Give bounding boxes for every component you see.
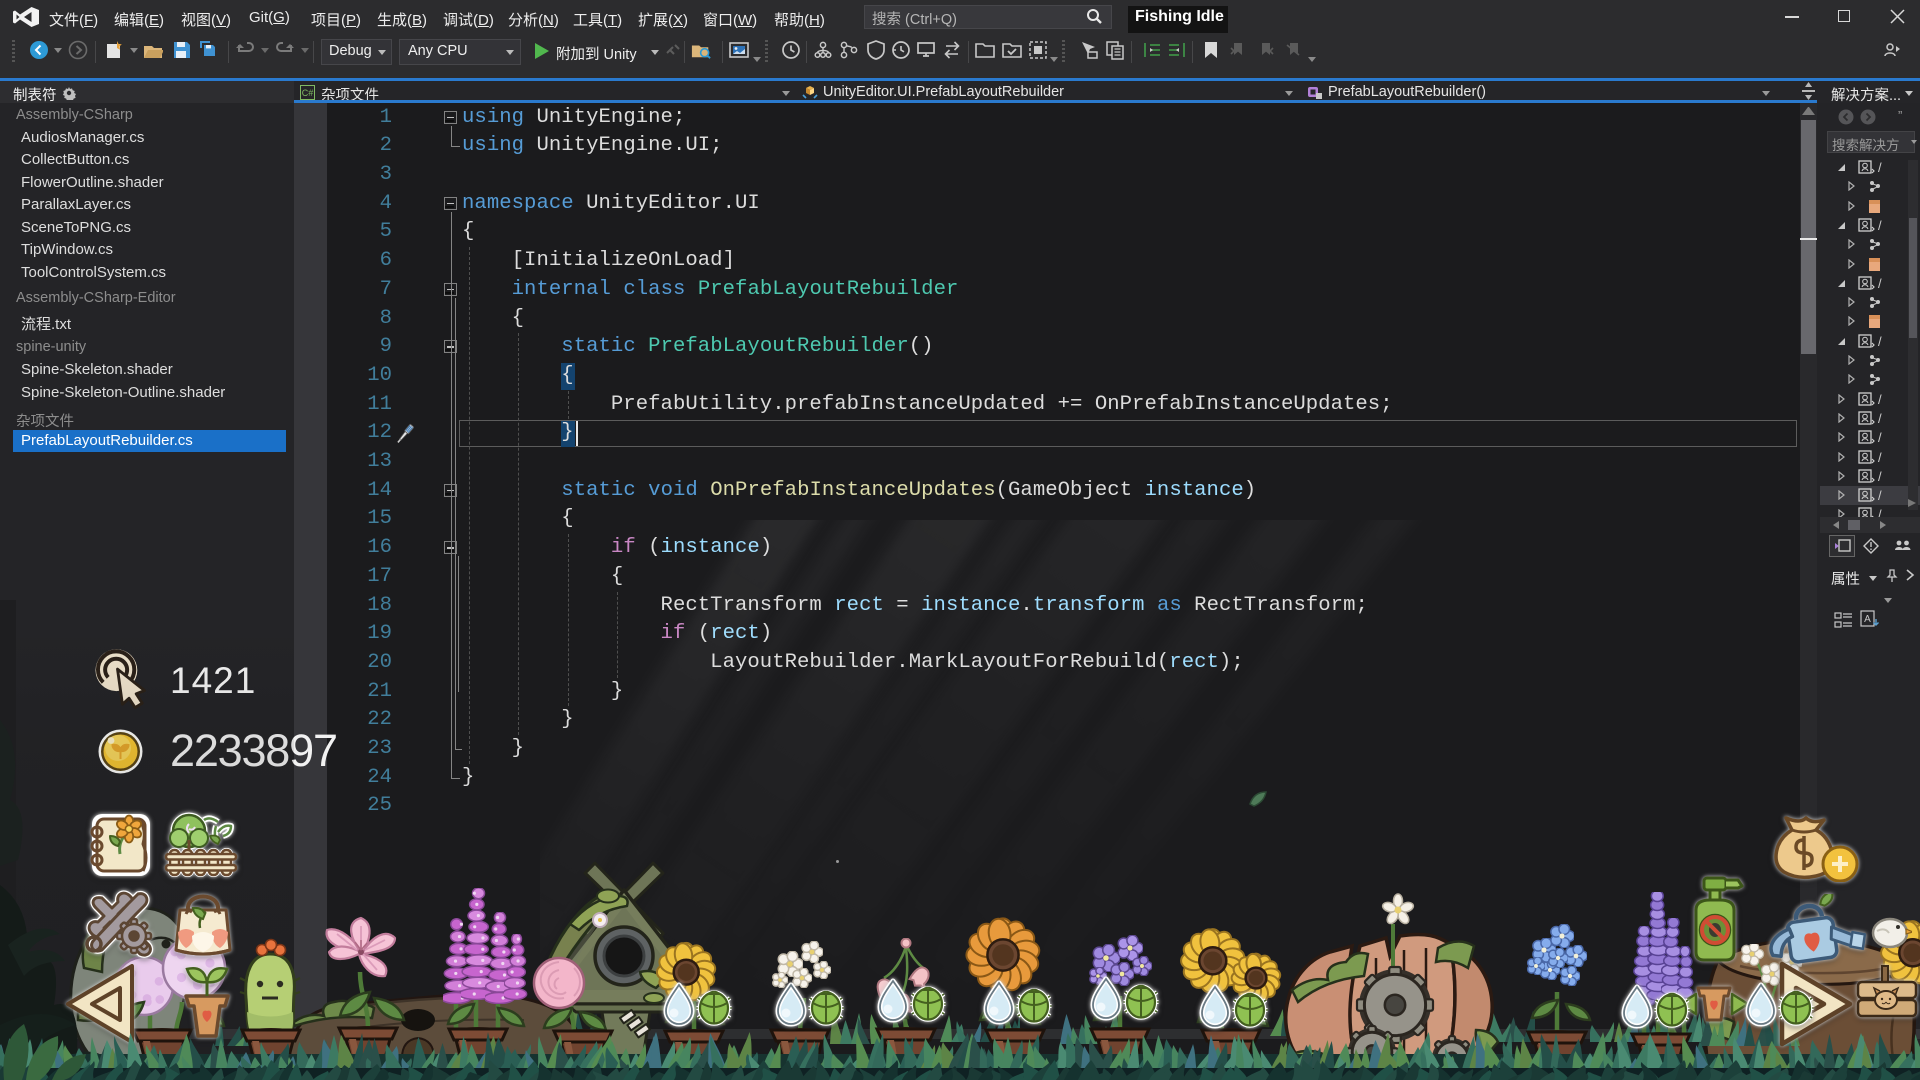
svg-text:C#: C#: [302, 88, 314, 98]
svg-text:A: A: [1864, 614, 1871, 625]
